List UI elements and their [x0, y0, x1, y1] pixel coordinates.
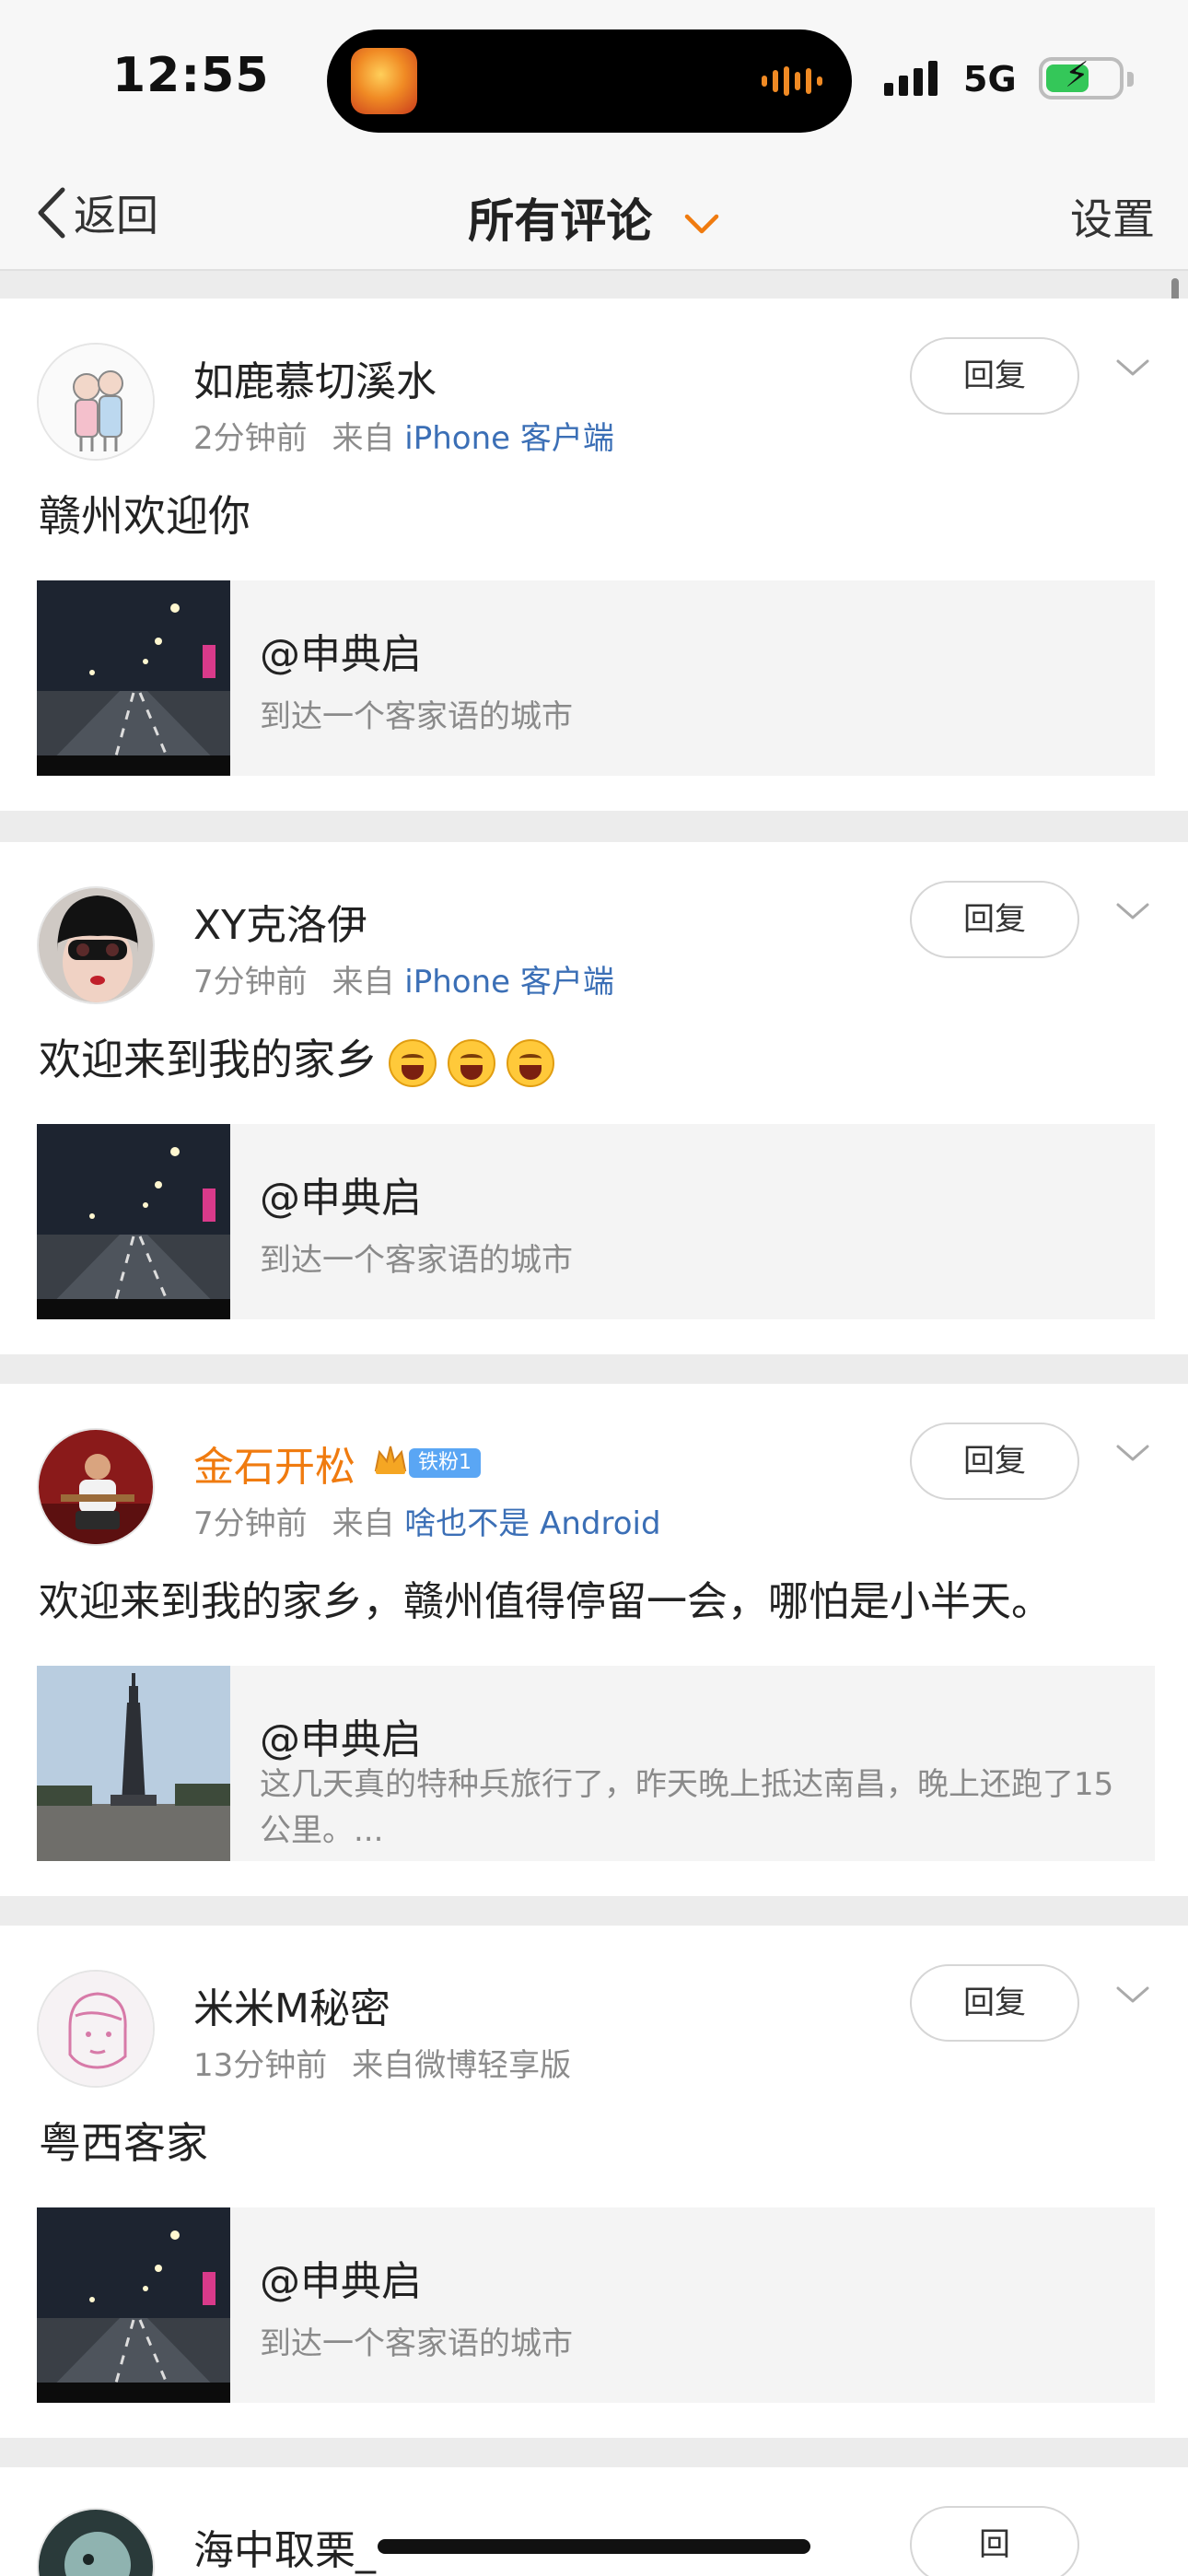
comment-meta: 7分钟前 来自 iPhone 客户端 [193, 956, 614, 1001]
repost-thumbnail [37, 580, 230, 776]
repost-user[interactable]: @申典启 [260, 1706, 422, 1765]
comment-username[interactable]: 米米M秘密 [193, 1975, 390, 2034]
reply-button[interactable]: 回 [910, 2506, 1079, 2576]
chevron-down-icon[interactable] [1114, 901, 1151, 923]
comment-card: 海中取栗_ 回 [0, 2467, 1188, 2576]
comment-time: 7分钟前 [193, 1505, 308, 1542]
chevron-down-icon[interactable] [1114, 357, 1151, 380]
repost-user[interactable]: @申典启 [260, 2248, 422, 2307]
comment-source-link[interactable]: 啥也不是 Android [404, 1505, 660, 1542]
cellular-signal-icon [884, 61, 938, 96]
chevron-down-icon[interactable] [1114, 1443, 1151, 1465]
avatar-illustration [39, 1972, 153, 2086]
dynamic-island[interactable] [327, 29, 852, 133]
comment-time: 7分钟前 [193, 964, 308, 1001]
avatar[interactable] [37, 1970, 155, 2088]
fan-level-badge[interactable]: 铁粉1 [409, 1448, 481, 1478]
repost-card[interactable]: @申典启 到达一个客家语的城市 [37, 2207, 1155, 2403]
comment-source-link[interactable]: iPhone 客户端 [404, 964, 614, 1001]
home-indicator[interactable] [378, 2539, 810, 2554]
status-time: 12:55 [112, 48, 270, 103]
comment-username[interactable]: 海中取栗_ [193, 2517, 376, 2576]
chevron-down-icon [684, 214, 718, 233]
settings-button[interactable]: 设置 [1070, 186, 1155, 247]
reply-button[interactable]: 回复 [910, 337, 1079, 415]
comment-text: 粤西客家 [39, 2118, 208, 2168]
laughing-emoji-icon [507, 1038, 554, 1087]
reply-button[interactable]: 回复 [910, 881, 1079, 958]
avatar[interactable] [37, 1428, 155, 1546]
repost-card[interactable]: @申典启 到达一个客家语的城市 [37, 580, 1155, 776]
comment-username[interactable]: 如鹿慕切溪水 [193, 348, 437, 407]
comment-from-prefix: 来自 [332, 420, 395, 457]
repost-thumbnail [37, 1124, 230, 1319]
comment-text-body: 欢迎来到我的家乡 [39, 1035, 378, 1084]
charging-bolt-icon: ⚡ [1065, 54, 1089, 95]
chevron-down-icon[interactable] [1114, 1985, 1151, 2007]
repost-card[interactable]: @申典启 这几天真的特种兵旅行了，昨天晚上抵达南昌，晚上还跑了15公里。... [37, 1666, 1155, 1861]
laughing-emoji-icon [389, 1038, 437, 1087]
comment-source-link[interactable]: iPhone 客户端 [404, 420, 614, 457]
battery-cap [1127, 72, 1134, 87]
now-playing-artwork-icon [351, 48, 417, 114]
comment-card: XY克洛伊 7分钟前 来自 iPhone 客户端 回复 欢迎来到我的家乡 @申典… [0, 842, 1188, 1354]
laughing-emoji-icon [448, 1038, 495, 1087]
repost-card[interactable]: @申典启 到达一个客家语的城市 [37, 1124, 1155, 1319]
comment-meta: 2分钟前 来自 iPhone 客户端 [193, 413, 614, 458]
nav-bar: 返回 所有评论 设置 [0, 157, 1188, 271]
repost-text: 这几天真的特种兵旅行了，昨天晚上抵达南昌，晚上还跑了15公里。... [260, 1766, 1114, 1849]
repost-thumbnail [37, 2207, 230, 2403]
repost-text: 到达一个客家语的城市 [260, 2325, 573, 2362]
network-type: 5G [963, 59, 1017, 100]
page-title: 所有评论 [468, 194, 653, 248]
comment-time: 13分钟前 [193, 2047, 328, 2084]
avatar-photo [39, 1430, 153, 1544]
status-bar: 12:55 5G ⚡ [0, 0, 1188, 157]
reply-button[interactable]: 回复 [910, 1423, 1079, 1500]
repost-text: 到达一个客家语的城市 [260, 1242, 573, 1279]
comment-from-prefix: 来自 [332, 964, 395, 1001]
comment-time: 2分钟前 [193, 420, 308, 457]
battery-icon: ⚡ [1039, 57, 1124, 100]
avatar[interactable] [37, 886, 155, 1004]
comment-card: 米米M秘密 13分钟前 来自微博轻享版 回复 粤西客家 @申典启 到达一个客家语… [0, 1926, 1188, 2438]
crown-icon [374, 1446, 407, 1474]
avatar[interactable] [37, 2508, 155, 2576]
audio-waveform-icon [762, 66, 822, 96]
comment-card: 如鹿慕切溪水 2分钟前 来自 iPhone 客户端 回复 赣州欢迎你 @申典启 … [0, 299, 1188, 811]
repost-text: 到达一个客家语的城市 [260, 698, 573, 735]
repost-thumbnail [37, 1666, 230, 1861]
avatar-illustration [39, 888, 153, 1002]
comment-text: 欢迎来到我的家乡 [39, 1026, 554, 1087]
comment-meta: 7分钟前 来自 啥也不是 Android [193, 1498, 661, 1543]
comment-from-prefix: 来自微博轻享版 [352, 2047, 572, 2084]
avatar-illustration [39, 2510, 153, 2576]
comment-text: 赣州欢迎你 [39, 491, 250, 541]
avatar[interactable] [37, 343, 155, 461]
comment-from-prefix: 来自 [332, 1505, 395, 1542]
comment-filter-dropdown[interactable]: 所有评论 [0, 184, 1188, 251]
repost-user[interactable]: @申典启 [260, 1165, 422, 1224]
comment-username[interactable]: XY克洛伊 [193, 892, 367, 951]
avatar-illustration [39, 345, 153, 459]
comment-username[interactable]: 金石开松 [193, 1434, 355, 1493]
reply-button[interactable]: 回复 [910, 1964, 1079, 2042]
comment-text: 欢迎来到我的家乡，赣州值得停留一会，哪怕是小半天。 [39, 1578, 1052, 1625]
comment-card: 金石开松 铁粉1 7分钟前 来自 啥也不是 Android 回复 欢迎来到我的家… [0, 1384, 1188, 1896]
comment-meta: 13分钟前 来自微博轻享版 [193, 2040, 571, 2085]
repost-user[interactable]: @申典启 [260, 621, 422, 680]
